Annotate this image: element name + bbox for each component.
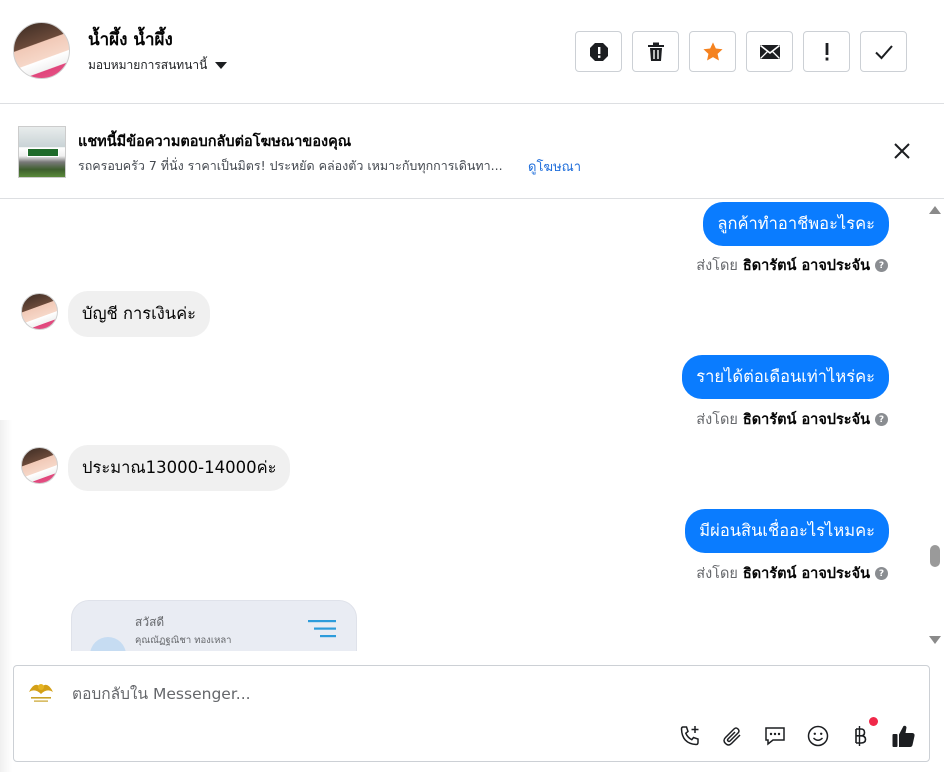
- sent-by-prefix: ส่งโดย: [696, 566, 738, 582]
- emoji-icon: [807, 725, 829, 747]
- mark-unread-button[interactable]: [746, 31, 793, 72]
- menu-lines-icon: [308, 620, 336, 638]
- assign-conversation-dropdown[interactable]: มอบหมายการสนทนานี้: [88, 56, 228, 75]
- message-bubble-incoming[interactable]: ประมาณ13000-14000ค่ะ: [68, 445, 291, 491]
- contact-avatar[interactable]: [13, 22, 70, 79]
- like-icon: [892, 725, 915, 747]
- sender-name: ธิดารัตน์ อาจประจัน: [742, 566, 870, 582]
- help-icon[interactable]: ?: [875, 567, 888, 580]
- scrollbar-thumb[interactable]: [930, 545, 940, 567]
- help-icon[interactable]: ?: [875, 413, 888, 426]
- caret-down-icon: [215, 62, 228, 69]
- conversation-header: น้ำผึ้ง น้ำผึ้ง มอบหมายการสนทนานี้: [0, 0, 944, 104]
- shared-card-message[interactable]: สวัสดี คุณณัฏฐณิชา ทองเหลา: [71, 600, 357, 651]
- spam-icon: [589, 42, 608, 61]
- trash-icon: [647, 42, 664, 61]
- view-ad-link[interactable]: ดูโฆษณา: [528, 156, 581, 177]
- reply-composer: [13, 665, 930, 762]
- star-button[interactable]: [689, 31, 736, 72]
- close-banner-button[interactable]: [889, 138, 915, 164]
- saved-replies-icon: [765, 727, 785, 746]
- page-logo-icon: [29, 684, 53, 702]
- panel-edge-shadow: [0, 420, 12, 772]
- message-bubble-outgoing[interactable]: มีผ่อนสินเชื่ออะไรไหมคะ: [685, 509, 889, 553]
- sent-by-prefix: ส่งโดย: [696, 258, 738, 274]
- sent-by-label: ส่งโดย ธิดารัตน์ อาจประจัน ?: [696, 562, 888, 585]
- assign-label: มอบหมายการสนทนานี้: [88, 58, 208, 72]
- payment-button[interactable]: [847, 723, 873, 749]
- star-icon: [702, 41, 723, 61]
- ad-thumbnail[interactable]: [18, 126, 66, 178]
- add-call-icon: [680, 726, 699, 746]
- sent-by-label: ส่งโดย ธิดารัตน์ อาจประจัน ?: [696, 254, 888, 277]
- message-bubble-incoming[interactable]: บัญชี การเงินค่ะ: [68, 291, 210, 337]
- exclamation-icon: [825, 42, 828, 60]
- card-avatar-placeholder: [90, 637, 126, 651]
- card-greeting: สวัสดี: [135, 615, 165, 629]
- notification-dot: [869, 717, 878, 726]
- follow-up-button[interactable]: [803, 31, 850, 72]
- sender-name: ธิดารัตน์ อาจประจัน: [742, 258, 870, 274]
- attach-file-button[interactable]: [719, 723, 745, 749]
- emoji-button[interactable]: [805, 723, 831, 749]
- baht-icon: [855, 726, 867, 746]
- mark-done-button[interactable]: [860, 31, 907, 72]
- attachment-icon: [723, 727, 741, 746]
- like-button[interactable]: [891, 723, 917, 749]
- message-thread[interactable]: ลูกค้าทำอาชีพอะไรคะ ส่งโดย ธิดารัตน์ อาจ…: [0, 199, 944, 651]
- sent-by-label: ส่งโดย ธิดารัตน์ อาจประจัน ?: [696, 408, 888, 431]
- close-icon: [894, 143, 910, 159]
- mark-spam-button[interactable]: [575, 31, 622, 72]
- sent-by-prefix: ส่งโดย: [696, 412, 738, 428]
- scroll-down-arrow-icon[interactable]: [929, 636, 941, 644]
- contact-avatar-small[interactable]: [21, 293, 58, 330]
- sender-name: ธิดารัตน์ อาจประจัน: [742, 412, 870, 428]
- contact-name[interactable]: น้ำผึ้ง น้ำผึ้ง: [88, 26, 173, 53]
- scroll-up-arrow-icon[interactable]: [929, 206, 941, 214]
- add-call-button[interactable]: [677, 723, 703, 749]
- inbox-conversation-panel: น้ำผึ้ง น้ำผึ้ง มอบหมายการสนทนานี้ แชทนี…: [0, 0, 944, 772]
- message-bubble-outgoing[interactable]: ลูกค้าทำอาชีพอะไรคะ: [703, 202, 889, 246]
- help-icon[interactable]: ?: [875, 259, 888, 272]
- card-customer-name: คุณณัฏฐณิชา ทองเหลา: [135, 635, 232, 646]
- reply-input[interactable]: [72, 682, 872, 706]
- message-bubble-outgoing[interactable]: รายได้ต่อเดือนเท่าไหร่คะ: [682, 355, 889, 399]
- envelope-icon: [759, 44, 780, 59]
- ad-banner-description: รถครอบครัว 7 ที่นั่ง ราคาเป็นมิตร! ประหย…: [78, 158, 503, 173]
- ad-reply-banner: แชทนี้มีข้อความตอบกลับต่อโฆษณาของคุณ รถค…: [0, 104, 944, 199]
- contact-avatar-small[interactable]: [21, 447, 58, 484]
- delete-button[interactable]: [632, 31, 679, 72]
- check-icon: [874, 44, 893, 59]
- ad-banner-title: แชทนี้มีข้อความตอบกลับต่อโฆษณาของคุณ: [78, 134, 352, 150]
- ad-thumbnail-sticker: [27, 148, 59, 157]
- saved-replies-button[interactable]: [762, 723, 788, 749]
